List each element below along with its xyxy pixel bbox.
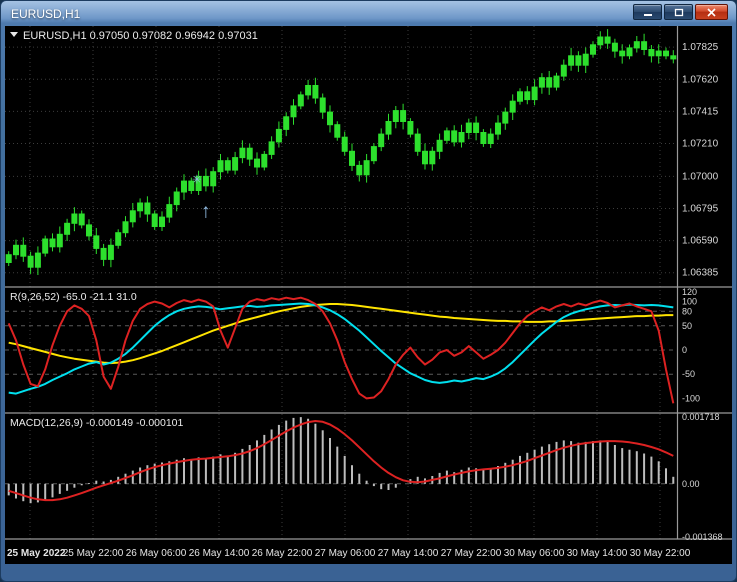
svg-text:1.07415: 1.07415	[682, 106, 719, 117]
restore-icon	[674, 8, 683, 16]
svg-text:26 May 22:00: 26 May 22:00	[252, 548, 313, 559]
svg-text:30 May 14:00: 30 May 14:00	[567, 548, 628, 559]
close-button[interactable]	[695, 4, 728, 20]
time-axis: 25 May 202225 May 22:00 26 May 06:00 26 Ma…	[7, 548, 691, 559]
svg-text:1.06385: 1.06385	[682, 268, 719, 279]
oscillator-label: R(9,26,52) -65.0 -21.1 31.0	[10, 291, 137, 303]
macd-label: MACD(12,26,9) -0.000149 -0.000101	[10, 417, 184, 429]
svg-text:0.001718: 0.001718	[682, 412, 720, 422]
svg-text:1.07620: 1.07620	[682, 74, 719, 85]
ohlc-label: EURUSD,H1 0.97050 0.97082 0.96942 0.9703…	[23, 30, 258, 42]
svg-text:30 May 06:00: 30 May 06:00	[504, 548, 565, 559]
window-controls	[633, 4, 728, 20]
close-icon	[707, 7, 716, 17]
svg-text:1.06590: 1.06590	[682, 236, 719, 247]
title-bar[interactable]: EURUSD,H1	[5, 1, 732, 26]
svg-text:1.07210: 1.07210	[682, 139, 719, 150]
buy-arrow-icon: ↑	[201, 201, 211, 223]
svg-text:0.00: 0.00	[682, 479, 700, 489]
svg-text:26 May 06:00: 26 May 06:00	[126, 548, 187, 559]
restore-button[interactable]	[664, 4, 693, 20]
svg-text:80: 80	[682, 306, 692, 316]
window-title: EURUSD,H1	[11, 6, 81, 21]
svg-text:120: 120	[682, 287, 697, 297]
svg-text:30 May 22:00: 30 May 22:00	[630, 548, 691, 559]
svg-text:-50: -50	[682, 369, 695, 379]
minimize-icon	[643, 13, 652, 16]
svg-text:27 May 06:00: 27 May 06:00	[315, 548, 376, 559]
svg-text:27 May 22:00: 27 May 22:00	[441, 548, 502, 559]
svg-text:25 May 22:00: 25 May 22:00	[63, 548, 124, 559]
buy-star-icon: ✳	[192, 173, 202, 187]
chart-area[interactable]: 1.07825 1.07620 1.07415 1.07210 1.07000 1.067…	[5, 26, 732, 564]
chart-canvas[interactable]: 1.07825 1.07620 1.07415 1.07210 1.07000 1.067…	[5, 26, 732, 564]
svg-text:1.06795: 1.06795	[682, 204, 719, 215]
svg-text:25 May 2022: 25 May 2022	[7, 548, 66, 559]
svg-text:27 May 14:00: 27 May 14:00	[378, 548, 439, 559]
svg-text:1.07000: 1.07000	[682, 171, 719, 182]
chart-window: EURUSD,H1 1.07825 1.07620 1.07415 1.07210 1.…	[0, 0, 737, 582]
svg-text:-100: -100	[682, 393, 700, 403]
svg-text:100: 100	[682, 297, 697, 307]
svg-text:50: 50	[682, 321, 692, 331]
svg-text:-0.001368: -0.001368	[682, 532, 723, 542]
symbol-header: EURUSD,H1 0.97050 0.97082 0.96942 0.9703…	[10, 30, 258, 42]
minimize-button[interactable]	[633, 4, 662, 20]
svg-text:1.07825: 1.07825	[682, 42, 719, 53]
svg-text:0: 0	[682, 345, 687, 355]
svg-text:26 May 14:00: 26 May 14:00	[189, 548, 250, 559]
